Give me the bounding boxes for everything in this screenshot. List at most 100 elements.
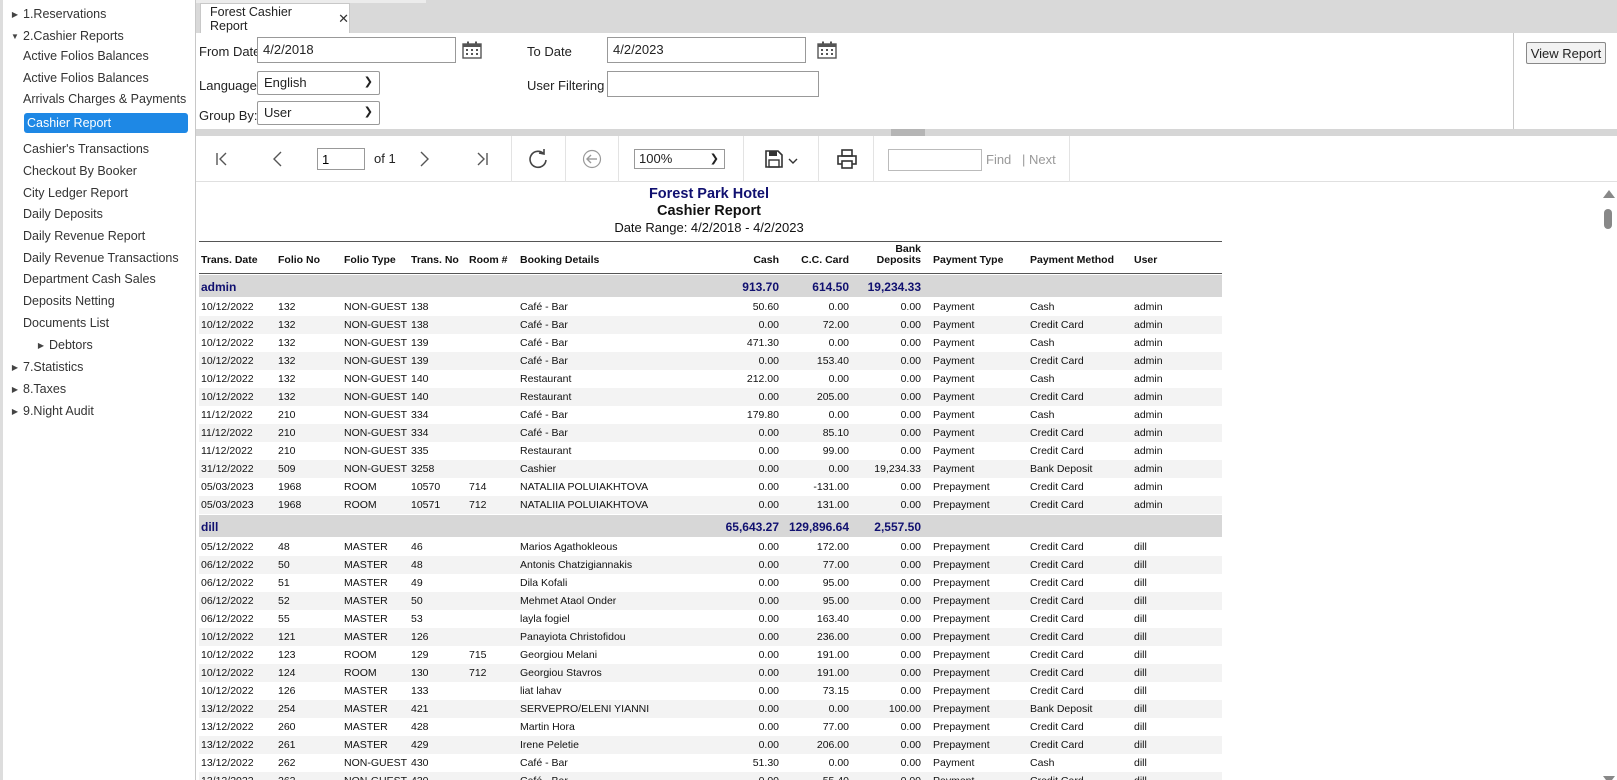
from-date-input[interactable]: 4/2/2018 <box>257 37 456 63</box>
scroll-down-icon[interactable] <box>1603 776 1615 780</box>
toolbar-separator <box>565 136 566 182</box>
table-cell: Restaurant <box>520 373 572 385</box>
column-header: Bank Deposits <box>876 243 921 266</box>
table-cell: 205.00 <box>816 391 849 403</box>
table-cell: 100.00 <box>888 703 921 715</box>
scroll-thumb[interactable] <box>1604 209 1612 229</box>
caret-right-icon[interactable]: ▶ <box>9 10 21 19</box>
table-cell: 10/12/2022 <box>201 391 254 403</box>
sidebar-item-8-taxes[interactable]: ▶ 8.Taxes <box>9 379 66 399</box>
table-cell: Irene Peletie <box>520 739 579 751</box>
sidebar-item-daily-deposits[interactable]: Daily Deposits <box>23 204 103 224</box>
table-cell: Café - Bar <box>520 337 568 349</box>
first-page-icon[interactable] <box>212 147 232 171</box>
sidebar-item-7-statistics[interactable]: ▶ 7.Statistics <box>9 357 84 377</box>
column-header: C.C. Card <box>801 254 849 266</box>
table-cell: 0.00 <box>758 499 779 511</box>
sidebar-item-documents-list[interactable]: Documents List <box>23 313 109 333</box>
group-bank: 2,557.50 <box>874 520 921 534</box>
table-cell: 139 <box>411 355 429 367</box>
table-cell: dill <box>1134 649 1147 661</box>
table-cell: Cash <box>1030 409 1055 421</box>
sidebar-item-2-cashier-reports[interactable]: ▼ 2.Cashier Reports <box>9 26 124 46</box>
table-cell: Café - Bar <box>520 775 568 780</box>
table-cell: dill <box>1134 541 1147 553</box>
find-button[interactable]: Find <box>986 152 1011 167</box>
to-date-calendar-icon[interactable] <box>817 41 837 59</box>
sidebar-item-debtors[interactable]: ▶ Debtors <box>35 335 93 355</box>
table-cell: 132 <box>278 391 296 403</box>
user-filtering-input[interactable] <box>607 71 819 97</box>
table-header: Trans. Date Folio No Folio Type Trans. No Ro… <box>199 241 1222 274</box>
save-icon[interactable] <box>762 147 802 171</box>
from-date-calendar-icon[interactable] <box>462 41 482 59</box>
group-by-select[interactable]: User ❯ <box>257 101 380 125</box>
table-cell: 212.00 <box>746 373 779 385</box>
table-cell: dill <box>1134 613 1147 625</box>
zoom-value: 100% <box>639 151 673 166</box>
table-cell: 0.00 <box>900 541 921 553</box>
sidebar-item-active-folios-balances[interactable]: Active Folios Balances <box>23 68 149 88</box>
caret-right-icon[interactable]: ▶ <box>9 363 21 372</box>
table-cell: 0.00 <box>900 499 921 511</box>
table-cell: Café - Bar <box>520 355 568 367</box>
to-date-input[interactable]: 4/2/2023 <box>607 37 806 63</box>
next-page-icon[interactable] <box>414 147 434 171</box>
table-cell: NON-GUEST <box>344 775 407 780</box>
back-icon[interactable] <box>581 147 603 171</box>
sidebar-item-label: Department Cash Sales <box>23 272 156 286</box>
language-select[interactable]: English ❯ <box>257 71 380 95</box>
refresh-icon[interactable] <box>526 147 550 171</box>
splitter-grip[interactable] <box>891 129 925 136</box>
caret-down-icon[interactable]: ▼ <box>9 32 21 41</box>
page-number-input[interactable] <box>317 148 365 170</box>
vertical-scrollbar[interactable] <box>1599 182 1617 780</box>
tab-close-icon[interactable]: ✕ <box>338 11 349 27</box>
zoom-select[interactable]: 100% ❯ <box>634 149 725 169</box>
group-bank: 19,234.33 <box>867 280 921 294</box>
table-row: 10/12/2022 132 NON-GUEST 140 Restaurant 0.00 2… <box>199 388 1222 406</box>
view-report-button[interactable]: View Report <box>1526 42 1606 64</box>
table-cell: 0.00 <box>758 739 779 751</box>
table-row: 13/12/2022 261 MASTER 429 Irene Peletie 0.00 2… <box>199 736 1222 754</box>
sidebar-item-checkout-by-booker[interactable]: Checkout By Booker <box>23 161 137 181</box>
caret-right-icon[interactable]: ▶ <box>35 341 47 350</box>
sidebar-item-department-cash-sales[interactable]: Department Cash Sales <box>23 269 156 289</box>
sidebar-item-9-night-audit[interactable]: ▶ 9.Night Audit <box>9 401 94 421</box>
sidebar-item-cashier-report[interactable]: Cashier Report <box>24 113 188 133</box>
params-splitter[interactable] <box>196 129 1617 136</box>
table-cell: Payment <box>933 775 974 780</box>
sidebar-item-city-ledger-report[interactable]: City Ledger Report <box>23 183 128 203</box>
table-cell: Credit Card <box>1030 775 1084 780</box>
table-cell: MASTER <box>344 721 388 733</box>
table-cell: 0.00 <box>758 685 779 697</box>
scroll-up-icon[interactable] <box>1603 190 1615 198</box>
sidebar-item-daily-revenue-transactions[interactable]: Daily Revenue Transactions <box>23 248 179 268</box>
table-cell: Credit Card <box>1030 631 1084 643</box>
table-cell: 0.00 <box>758 427 779 439</box>
last-page-icon[interactable] <box>472 147 492 171</box>
sidebar-item-active-folios-balances[interactable]: Active Folios Balances <box>23 46 149 66</box>
table-cell: 31/12/2022 <box>201 463 254 475</box>
caret-right-icon[interactable]: ▶ <box>9 407 21 416</box>
sidebar-item-deposits-netting[interactable]: Deposits Netting <box>23 291 115 311</box>
caret-right-icon[interactable]: ▶ <box>9 385 21 394</box>
find-input[interactable] <box>888 149 982 171</box>
table-cell: 124 <box>278 667 296 679</box>
sidebar-item-daily-revenue-report[interactable]: Daily Revenue Report <box>23 226 145 246</box>
table-cell: MASTER <box>344 577 388 589</box>
table-cell: 0.00 <box>900 337 921 349</box>
table-cell: 210 <box>278 445 296 457</box>
table-cell: dill <box>1134 757 1147 769</box>
sidebar-item-arrivals-charges-payments[interactable]: Arrivals Charges & Payments <box>23 89 186 109</box>
table-cell: Payment <box>933 391 975 403</box>
find-next-button[interactable]: | Next <box>1022 152 1056 167</box>
table-row: 10/12/2022 123 ROOM 129 715 Georgiou Melani 0.… <box>199 646 1222 664</box>
table-cell: Prepayment <box>933 595 990 607</box>
table-row: 10/12/2022 121 MASTER 126 Panayiota Christof… <box>199 628 1222 646</box>
sidebar-item-1-reservations[interactable]: ▶ 1.Reservations <box>9 4 106 24</box>
print-icon[interactable] <box>835 147 859 171</box>
tab-forest-cashier-report[interactable]: Forest Cashier Report ✕ <box>200 3 350 33</box>
prev-page-icon[interactable] <box>268 147 288 171</box>
sidebar-item-cashier-s-transactions[interactable]: Cashier's Transactions <box>23 139 149 159</box>
